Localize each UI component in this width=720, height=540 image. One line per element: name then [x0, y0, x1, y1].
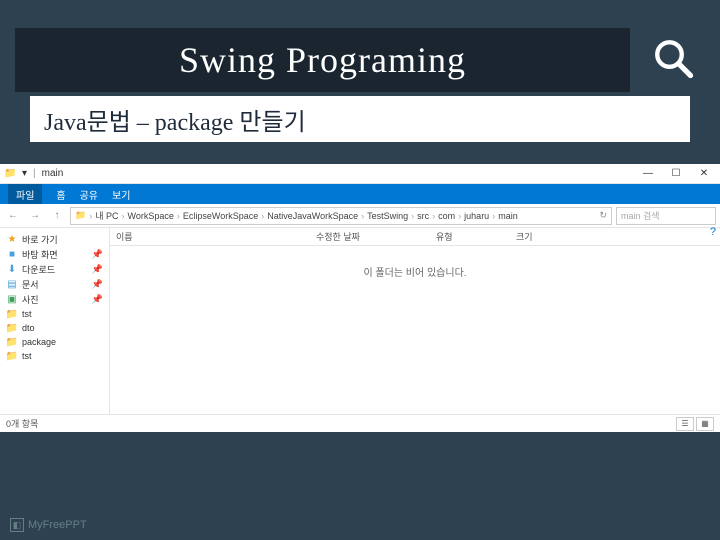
- column-headers: 이름 수정한 날짜 유형 크기: [110, 228, 720, 246]
- pin-icon: 📌: [92, 264, 103, 275]
- sidebar-item[interactable]: 📁tst: [0, 349, 109, 363]
- folder-icon: 📁: [6, 336, 18, 348]
- breadcrumb-item[interactable]: 내 PC: [95, 209, 118, 222]
- sidebar-item[interactable]: 📁package: [0, 335, 109, 349]
- folder-icon: 📁: [6, 322, 18, 334]
- view-details-button[interactable]: ☰: [676, 417, 694, 431]
- tab-file[interactable]: 파일: [8, 184, 42, 204]
- breadcrumb-item[interactable]: com: [438, 211, 455, 221]
- breadcrumb-item[interactable]: EclipseWorkSpace: [183, 211, 258, 221]
- slide-title: Swing Programing: [179, 39, 466, 81]
- sidebar-quick-access[interactable]: ★ 바로 가기: [0, 232, 109, 247]
- breadcrumb[interactable]: 📁 › 내 PC› WorkSpace› EclipseWorkSpace› N…: [70, 207, 612, 225]
- window-title: main: [42, 168, 64, 179]
- footer-watermark: ◧ MyFreePPT: [10, 518, 87, 532]
- main-pane: 이름 수정한 날짜 유형 크기 이 폴더는 비어 있습니다.: [110, 228, 720, 414]
- item-count: 0개 항목: [6, 417, 38, 430]
- footer-logo-icon: ◧: [10, 518, 24, 532]
- sidebar-item[interactable]: ⬇다운로드📌: [0, 262, 109, 277]
- search-input[interactable]: main 검색: [616, 207, 716, 225]
- folder-icon: 📁: [4, 167, 18, 181]
- file-explorer-window: 📁 ▾ | main — ☐ ✕ 파일 홈 공유 보기 ? ← → ↑ 📁 › …: [0, 164, 720, 432]
- tab-share[interactable]: 공유: [80, 187, 98, 202]
- status-bar: 0개 항목 ☰ ▦: [0, 414, 720, 432]
- view-icons-button[interactable]: ▦: [696, 417, 714, 431]
- ribbon: 파일 홈 공유 보기: [0, 184, 720, 204]
- pin-icon: 📌: [92, 279, 103, 290]
- empty-folder-message: 이 폴더는 비어 있습니다.: [110, 246, 720, 414]
- close-button[interactable]: ✕: [692, 166, 716, 182]
- pin-icon: 📌: [92, 249, 103, 260]
- folder-icon: 📁: [6, 308, 18, 320]
- col-type[interactable]: 유형: [436, 230, 516, 243]
- download-icon: ⬇: [6, 264, 18, 276]
- breadcrumb-item[interactable]: juharu: [464, 211, 489, 221]
- up-button[interactable]: ↑: [48, 207, 66, 225]
- explorer-body: ★ 바로 가기 ■바탕 화면📌 ⬇다운로드📌 ▤문서📌 ▣사진📌 📁tst 📁d…: [0, 228, 720, 414]
- footer-text: MyFreePPT: [28, 519, 87, 531]
- back-button[interactable]: ←: [4, 207, 22, 225]
- nav-bar: ← → ↑ 📁 › 내 PC› WorkSpace› EclipseWorkSp…: [0, 204, 720, 228]
- picture-icon: ▣: [6, 294, 18, 306]
- sidebar-item[interactable]: ▣사진📌: [0, 292, 109, 307]
- breadcrumb-item[interactable]: main: [498, 211, 518, 221]
- slide-title-bar: Swing Programing: [15, 28, 630, 92]
- window-titlebar: 📁 ▾ | main — ☐ ✕: [0, 164, 720, 184]
- star-icon: ★: [6, 234, 18, 246]
- sidebar-item[interactable]: 📁dto: [0, 321, 109, 335]
- forward-button[interactable]: →: [26, 207, 44, 225]
- col-size[interactable]: 크기: [516, 230, 576, 243]
- breadcrumb-item[interactable]: TestSwing: [367, 211, 408, 221]
- pin-icon: 📌: [92, 294, 103, 305]
- refresh-icon[interactable]: ↻: [599, 210, 607, 221]
- qat-dropdown-icon[interactable]: ▾: [22, 168, 27, 179]
- maximize-button[interactable]: ☐: [664, 166, 688, 182]
- folder-icon: 📁: [6, 350, 18, 362]
- tab-home[interactable]: 홈: [56, 187, 65, 202]
- minimize-button[interactable]: —: [636, 166, 660, 182]
- help-icon[interactable]: ?: [710, 226, 716, 238]
- desktop-icon: ■: [6, 249, 18, 261]
- col-date[interactable]: 수정한 날짜: [316, 230, 436, 243]
- breadcrumb-item[interactable]: src: [417, 211, 429, 221]
- document-icon: ▤: [6, 279, 18, 291]
- breadcrumb-item[interactable]: NativeJavaWorkSpace: [267, 211, 358, 221]
- sidebar: ★ 바로 가기 ■바탕 화면📌 ⬇다운로드📌 ▤문서📌 ▣사진📌 📁tst 📁d…: [0, 228, 110, 414]
- tab-view[interactable]: 보기: [112, 187, 130, 202]
- sidebar-item[interactable]: ■바탕 화면📌: [0, 247, 109, 262]
- slide-subtitle: Java문법 – package 만들기: [44, 102, 306, 137]
- sidebar-item[interactable]: ▤문서📌: [0, 277, 109, 292]
- folder-icon: 📁: [75, 210, 86, 221]
- col-name[interactable]: 이름: [116, 230, 316, 243]
- breadcrumb-item[interactable]: WorkSpace: [128, 211, 174, 221]
- sidebar-item[interactable]: 📁tst: [0, 307, 109, 321]
- subtitle-bar: Java문법 – package 만들기: [30, 96, 690, 142]
- magnifier-icon: [645, 30, 700, 85]
- search-placeholder: main 검색: [621, 209, 660, 222]
